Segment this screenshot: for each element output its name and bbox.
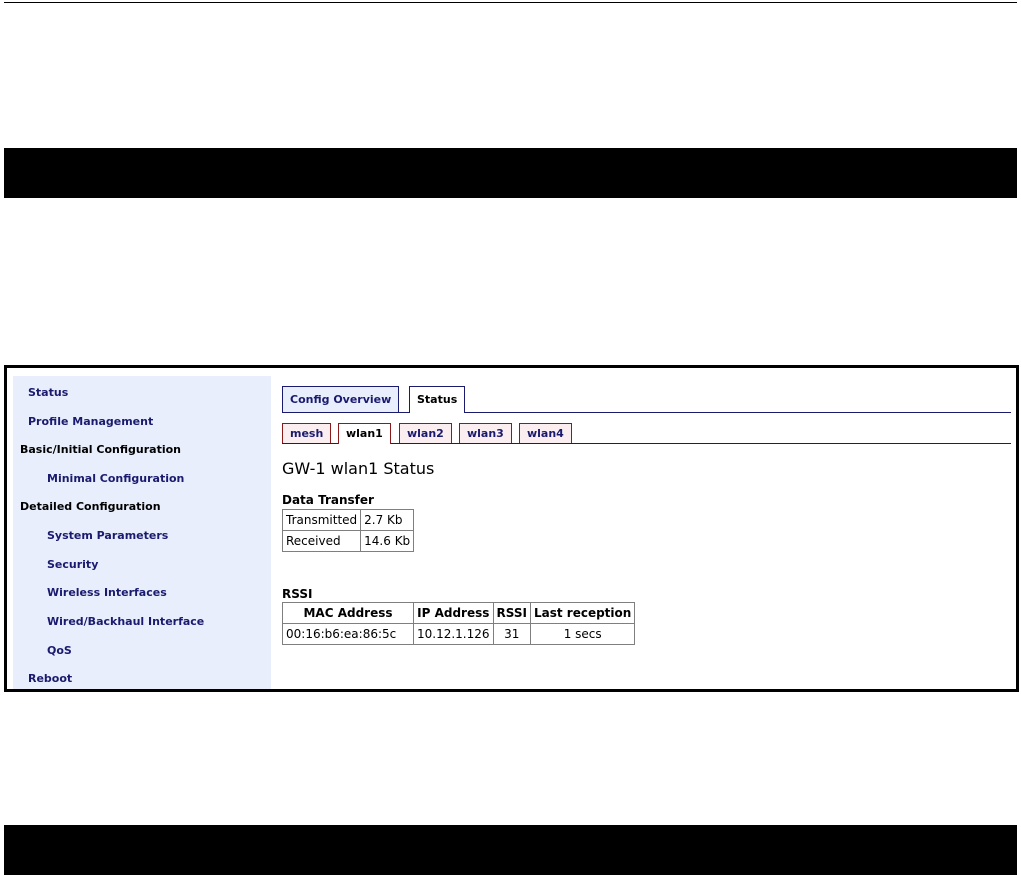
header-band xyxy=(4,148,1017,198)
screenshot-frame: Status Profile Management Basic/Initial … xyxy=(4,365,1019,692)
subtab-wlan1[interactable]: wlan1 xyxy=(338,423,391,444)
column-header-ip-address: IP Address xyxy=(413,602,494,624)
sidebar-heading-basic-initial-configuration: Basic/Initial Configuration xyxy=(20,443,181,456)
subtab-wlan4[interactable]: wlan4 xyxy=(519,423,572,443)
table-row: Transmitted 2.7 Kb xyxy=(281,509,415,531)
column-header-last-reception: Last reception xyxy=(529,602,636,624)
subtab-mesh[interactable]: mesh xyxy=(282,423,332,443)
data-transfer-label: Received xyxy=(281,530,362,552)
table-row: 00:16:b6:ea:86:5c 10.12.1.126 31 1 secs xyxy=(282,623,636,645)
sidebar-item-reboot[interactable]: Reboot xyxy=(28,672,72,685)
sidebar: Status Profile Management Basic/Initial … xyxy=(13,376,271,689)
data-transfer-value: 14.6 Kb xyxy=(360,530,415,552)
tab-config-overview[interactable]: Config Overview xyxy=(282,386,400,412)
table-row: Received 14.6 Kb xyxy=(281,530,415,552)
cell-ip-address: 10.12.1.126 xyxy=(413,623,494,645)
data-transfer-value: 2.7 Kb xyxy=(360,509,415,531)
column-header-mac-address: MAC Address xyxy=(282,602,414,624)
subtab-bar: mesh wlan1 wlan2 wlan3 wlan4 xyxy=(282,423,1011,444)
top-rule xyxy=(4,2,1017,3)
subtab-bar-line xyxy=(282,443,1011,444)
data-transfer-title: Data Transfer xyxy=(282,493,374,507)
cell-last-reception: 1 secs xyxy=(529,623,636,645)
tab-status[interactable]: Status xyxy=(409,386,466,413)
sidebar-item-system-parameters[interactable]: System Parameters xyxy=(47,529,168,542)
main-content: Config Overview Status mesh wlan1 wlan2 … xyxy=(277,376,1011,689)
sidebar-item-minimal-configuration[interactable]: Minimal Configuration xyxy=(47,472,184,485)
rssi-title: RSSI xyxy=(282,587,313,601)
sidebar-item-status[interactable]: Status xyxy=(28,386,68,399)
data-transfer-label: Transmitted xyxy=(281,509,362,531)
tab-bar: Config Overview Status xyxy=(282,386,1011,413)
table-header-row: MAC Address IP Address RSSI Last recepti… xyxy=(282,602,636,624)
subtab-wlan3[interactable]: wlan3 xyxy=(459,423,512,443)
sidebar-item-qos[interactable]: QoS xyxy=(47,644,72,657)
cell-rssi: 31 xyxy=(492,623,531,645)
cell-mac-address: 00:16:b6:ea:86:5c xyxy=(282,623,414,645)
footer-band xyxy=(4,825,1017,875)
data-transfer-table: Transmitted 2.7 Kb Received 14.6 Kb xyxy=(281,509,415,552)
sidebar-item-security[interactable]: Security xyxy=(47,558,98,571)
tab-bar-line xyxy=(282,412,1011,413)
sidebar-item-profile-management[interactable]: Profile Management xyxy=(28,415,153,428)
page-title: GW-1 wlan1 Status xyxy=(282,459,435,478)
sidebar-item-wireless-interfaces[interactable]: Wireless Interfaces xyxy=(47,586,167,599)
rssi-table: MAC Address IP Address RSSI Last recepti… xyxy=(282,602,636,645)
sidebar-item-wired-backhaul-interface[interactable]: Wired/Backhaul Interface xyxy=(47,615,204,628)
subtab-wlan2[interactable]: wlan2 xyxy=(399,423,452,443)
sidebar-heading-detailed-configuration: Detailed Configuration xyxy=(20,500,161,513)
column-header-rssi: RSSI xyxy=(492,602,531,624)
